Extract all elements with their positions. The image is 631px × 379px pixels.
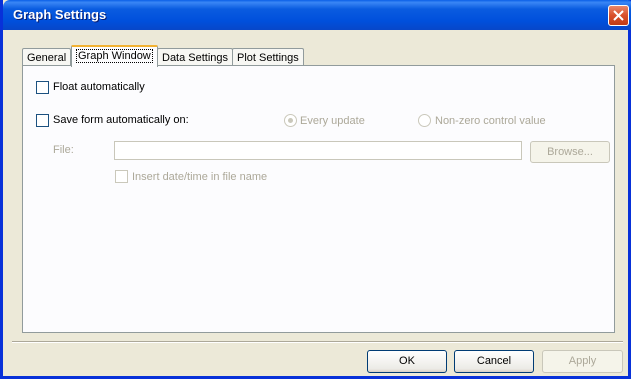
footer-separator	[12, 341, 623, 343]
apply-button[interactable]: Apply	[542, 350, 623, 373]
insert-datetime-checkbox[interactable]	[115, 170, 128, 183]
radio-selected-dot	[288, 118, 293, 123]
float-automatically-label: Float automatically	[53, 81, 145, 93]
nonzero-control-radio[interactable]	[418, 114, 431, 127]
save-form-label: Save form automatically on:	[53, 114, 189, 126]
every-update-label: Every update	[300, 115, 365, 127]
tab-graph-window-label: Graph Window	[76, 49, 153, 63]
window-title: Graph Settings	[13, 7, 107, 22]
tab-plot-settings[interactable]: Plot Settings	[232, 48, 304, 66]
tab-data-settings-label: Data Settings	[162, 52, 229, 64]
tab-graph-window[interactable]: Graph Window	[71, 45, 158, 67]
file-path-input[interactable]	[114, 141, 522, 160]
float-automatically-checkbox[interactable]	[36, 81, 49, 94]
tab-plot-settings-label: Plot Settings	[237, 52, 299, 64]
cancel-button-label: Cancel	[476, 355, 512, 367]
close-button[interactable]	[608, 5, 629, 26]
every-update-radio[interactable]	[284, 114, 297, 127]
close-icon	[613, 10, 624, 21]
browse-button-label: Browse...	[547, 146, 593, 158]
ok-button-label: OK	[399, 355, 415, 367]
title-bar: Graph Settings	[3, 0, 631, 30]
tab-data-settings[interactable]: Data Settings	[157, 48, 234, 66]
apply-button-label: Apply	[568, 355, 597, 367]
ok-button[interactable]: OK	[367, 350, 447, 373]
file-label: File:	[53, 144, 74, 156]
cancel-button[interactable]: Cancel	[454, 350, 534, 373]
tab-general-label: General	[27, 52, 67, 64]
graph-settings-dialog: Graph Settings General Graph Window Data…	[0, 0, 631, 379]
tab-general[interactable]: General	[22, 48, 72, 66]
browse-button[interactable]: Browse...	[530, 141, 610, 163]
nonzero-control-label: Non-zero control value	[435, 115, 546, 127]
insert-datetime-label: Insert date/time in file name	[132, 171, 268, 183]
tab-panel-graph-window	[22, 65, 615, 333]
save-form-checkbox[interactable]	[36, 114, 49, 127]
